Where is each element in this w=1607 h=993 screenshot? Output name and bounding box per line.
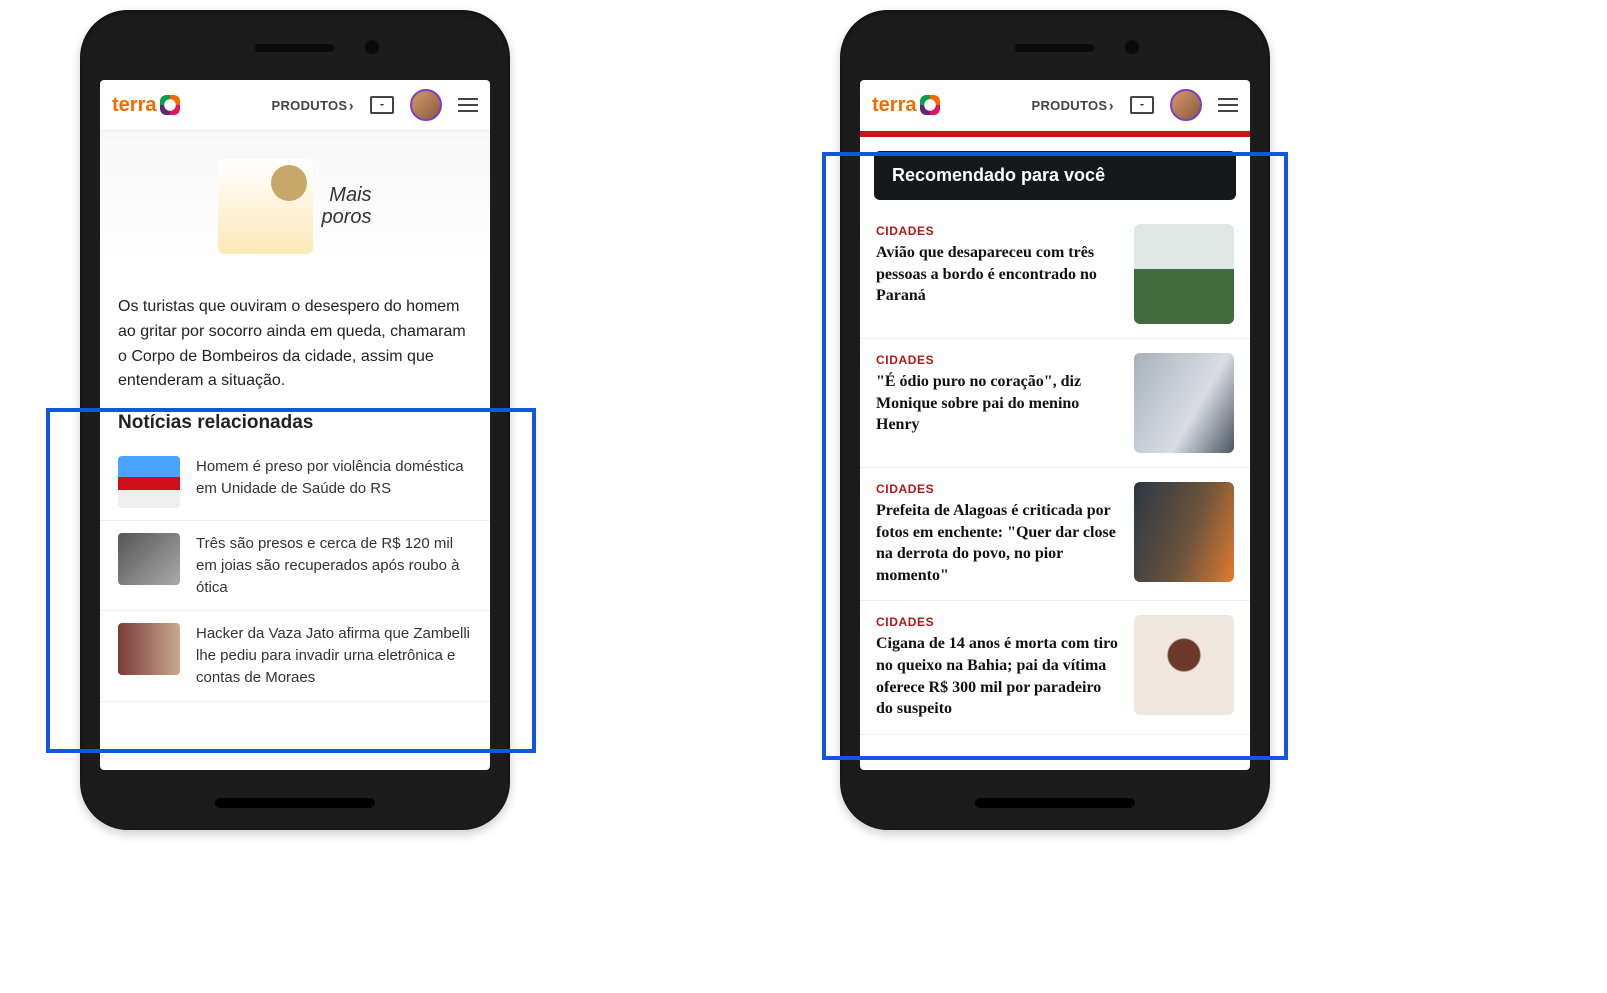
terra-logo[interactable]: terra <box>112 94 180 117</box>
phone-speaker <box>1015 44 1095 52</box>
recommended-heading: Recomendado para você <box>874 151 1236 200</box>
terra-logo[interactable]: terra <box>872 94 940 117</box>
avatar[interactable] <box>1170 89 1202 121</box>
site-header: terra PRODUTOS › <box>860 80 1250 131</box>
ad-text: Mais poros <box>321 184 371 228</box>
article-body-paragraph: Os turistas que ouviram o desespero do h… <box>100 281 490 408</box>
hamburger-menu-icon[interactable] <box>458 98 478 112</box>
recommended-thumb <box>1134 224 1234 324</box>
related-thumb <box>118 456 180 508</box>
produtos-link[interactable]: PRODUTOS › <box>1032 98 1114 113</box>
chevron-right-icon: › <box>1109 97 1114 114</box>
recommended-category: CIDADES <box>876 482 1120 496</box>
ad-banner[interactable]: Mais poros <box>100 131 490 281</box>
chevron-right-icon: › <box>349 97 354 114</box>
logo-icon <box>160 95 180 115</box>
recommended-title: Cigana de 14 anos é morta com tiro no qu… <box>876 633 1120 719</box>
recommended-title: Avião que desapareceu com três pessoas a… <box>876 242 1120 307</box>
related-thumb <box>118 533 180 585</box>
section-accent-bar <box>860 131 1250 137</box>
recommended-item[interactable]: CIDADES Prefeita de Alagoas é criticada … <box>860 468 1250 601</box>
mail-icon[interactable] <box>370 96 394 114</box>
phone-home-bar <box>215 798 375 808</box>
recommended-category: CIDADES <box>876 615 1120 629</box>
related-title: Três são presos e cerca de R$ 120 mil em… <box>196 533 472 598</box>
phone-home-bar <box>975 798 1135 808</box>
related-title: Homem é preso por violência doméstica em… <box>196 456 472 508</box>
recommended-thumb <box>1134 615 1234 715</box>
related-heading: Notícias relacionadas <box>118 412 472 434</box>
recommended-title: "É ódio puro no coração", diz Monique so… <box>876 371 1120 436</box>
avatar[interactable] <box>410 89 442 121</box>
related-thumb <box>118 623 180 675</box>
recommended-category: CIDADES <box>876 353 1120 367</box>
recommended-thumb <box>1134 482 1234 582</box>
screen-right: terra PRODUTOS › Recomendado para você C… <box>860 80 1250 770</box>
related-item[interactable]: Homem é preso por violência doméstica em… <box>100 444 490 521</box>
recommended-item[interactable]: CIDADES Avião que desapareceu com três p… <box>860 210 1250 339</box>
hamburger-menu-icon[interactable] <box>1218 98 1238 112</box>
phone-speaker <box>255 44 335 52</box>
recommended-thumb <box>1134 353 1234 453</box>
logo-icon <box>920 95 940 115</box>
recommended-category: CIDADES <box>876 224 1120 238</box>
produtos-link[interactable]: PRODUTOS › <box>272 98 354 113</box>
recommended-title: Prefeita de Alagoas é criticada por foto… <box>876 500 1120 586</box>
related-item[interactable]: Hacker da Vaza Jato afirma que Zambelli … <box>100 611 490 701</box>
phone-camera <box>1125 40 1139 54</box>
phone-mockup-left: terra PRODUTOS › Mais poros Os turistas … <box>80 10 510 830</box>
related-item[interactable]: Três são presos e cerca de R$ 120 mil em… <box>100 521 490 611</box>
ad-product-image <box>218 159 313 254</box>
logo-text: terra <box>112 94 156 117</box>
logo-text: terra <box>872 94 916 117</box>
related-title: Hacker da Vaza Jato afirma que Zambelli … <box>196 623 472 688</box>
mail-icon[interactable] <box>1130 96 1154 114</box>
phone-mockup-right: terra PRODUTOS › Recomendado para você C… <box>840 10 1270 830</box>
screen-left: terra PRODUTOS › Mais poros Os turistas … <box>100 80 490 770</box>
recommended-item[interactable]: CIDADES Cigana de 14 anos é morta com ti… <box>860 601 1250 734</box>
recommended-list: CIDADES Avião que desapareceu com três p… <box>860 210 1250 735</box>
related-news-section: Notícias relacionadas Homem é preso por … <box>100 412 490 702</box>
phone-camera <box>365 40 379 54</box>
recommended-item[interactable]: CIDADES "É ódio puro no coração", diz Mo… <box>860 339 1250 468</box>
site-header: terra PRODUTOS › <box>100 80 490 131</box>
